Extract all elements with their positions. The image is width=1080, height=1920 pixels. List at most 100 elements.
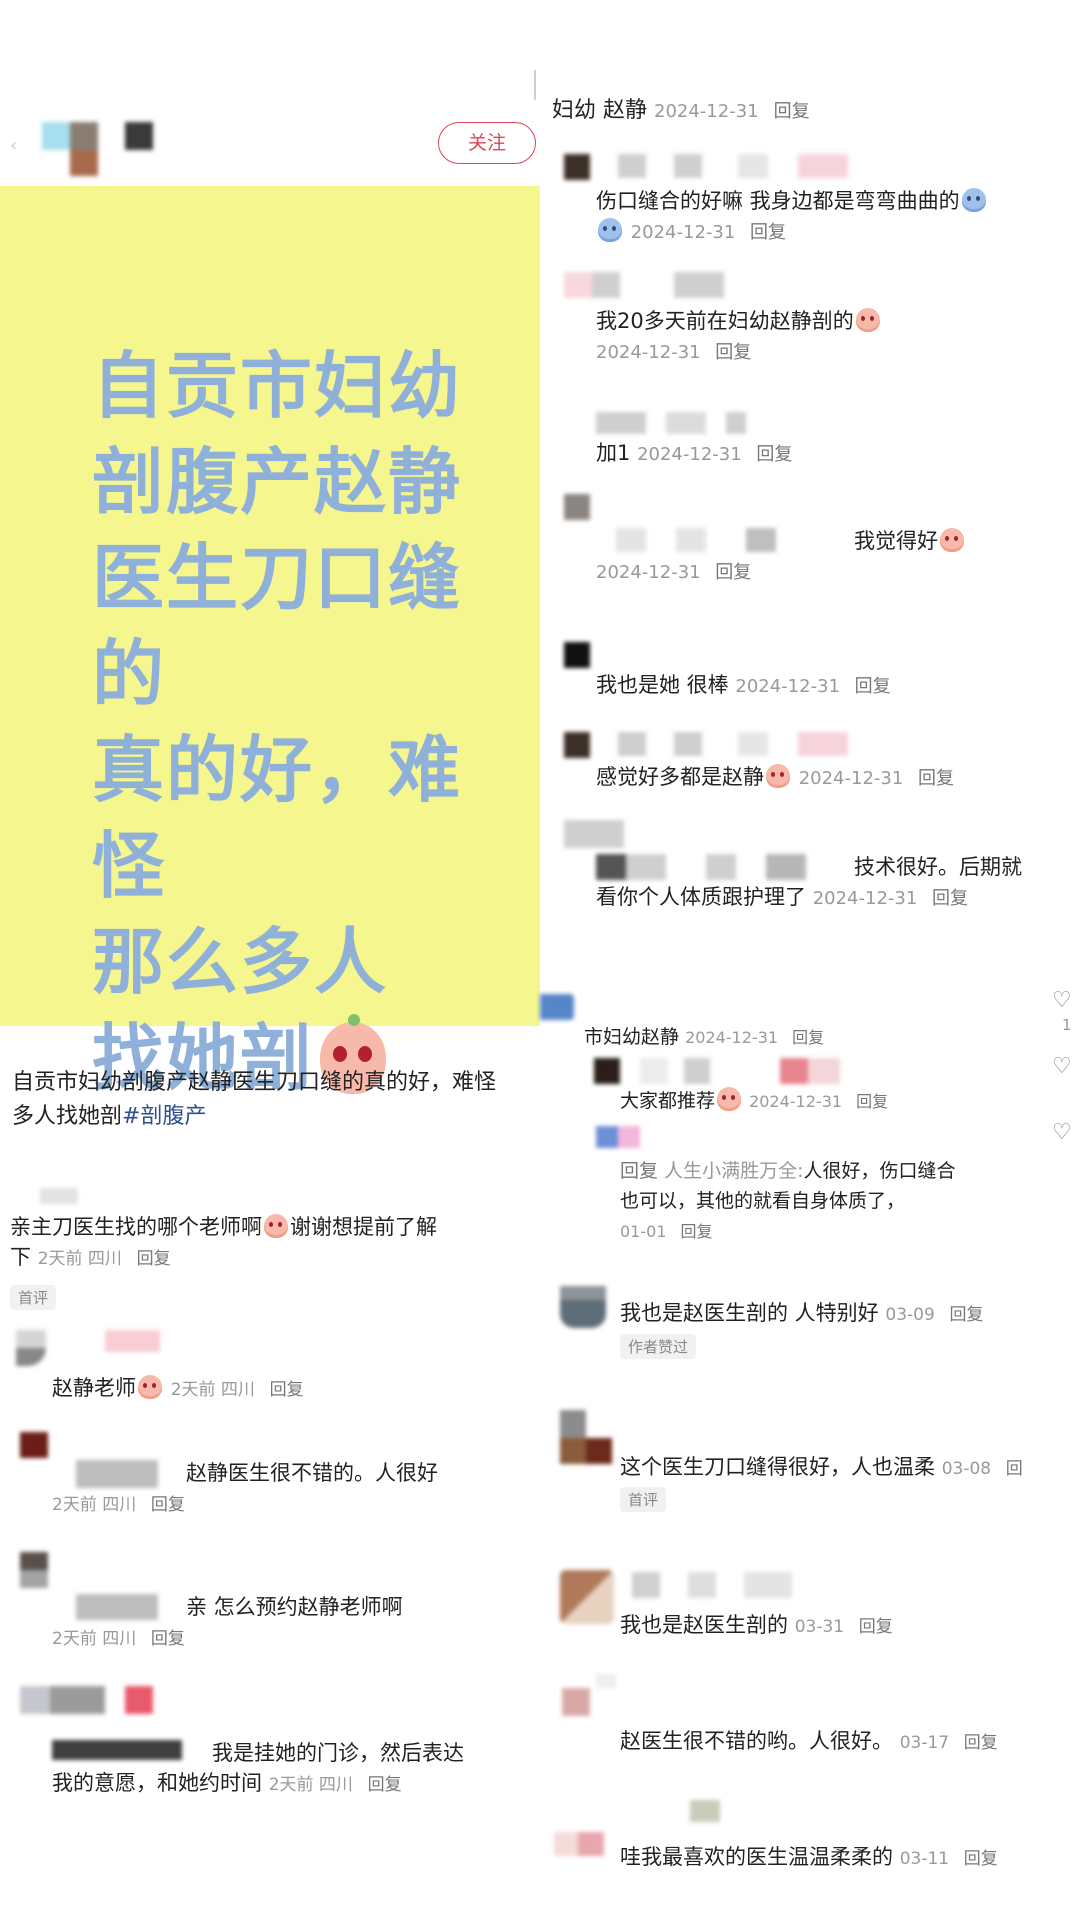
reply-button[interactable]: 回复 — [368, 1775, 402, 1795]
comment[interactable]: 亲主刀医生找的哪个老师啊 谢谢想提前了解 下 2天前 四川 回复 — [10, 1212, 538, 1274]
reply-button[interactable]: 回复 — [918, 768, 954, 789]
hashtag-link[interactable]: #剖腹产 — [122, 1104, 206, 1129]
reply-button[interactable]: 回复 — [151, 1495, 185, 1515]
comment-text: 也可以，其他的就看自身体质了， — [620, 1190, 906, 1212]
comment-text: 亲 怎么预约赵静老师啊 — [186, 1595, 403, 1619]
comment[interactable]: 技术很好。后期就 看你个人体质跟护理了 2024-12-31 回复 — [596, 852, 1022, 914]
avatar[interactable] — [562, 1688, 590, 1716]
username-blurred — [640, 1058, 840, 1084]
comment[interactable]: 我也是赵医生剖的 人特别好 03-09 回复 — [620, 1298, 983, 1330]
reply-button[interactable]: 回复 — [855, 676, 891, 697]
comment-date: 03-31 — [794, 1617, 845, 1637]
avatar[interactable] — [20, 1686, 160, 1714]
post-caption: 自贡市妇幼剖腹产赵静医生刀口缝的真的好，难怪 多人找她剖#剖腹产 — [12, 1066, 540, 1134]
reply-button[interactable]: 回复 — [774, 101, 810, 122]
like-icon[interactable]: ♡ — [1052, 1056, 1074, 1078]
comment-date: 2024-12-31 — [630, 222, 736, 243]
comment[interactable]: 加1 2024-12-31 回复 — [596, 438, 792, 470]
comment-text: 我觉得好 — [854, 529, 938, 553]
comment[interactable]: 赵静老师 2天前 四川 回复 — [52, 1373, 304, 1405]
comment[interactable]: 这个医生刀口缝得很好，人也温柔 03-08 回 — [620, 1452, 1080, 1484]
avatar[interactable] — [594, 1058, 620, 1084]
reply-button[interactable]: 回复 — [756, 444, 792, 465]
avatar[interactable] — [10, 1330, 50, 1370]
avatar[interactable] — [560, 1410, 612, 1464]
reply-button[interactable]: 回复 — [270, 1380, 304, 1400]
peach-emoji — [766, 764, 790, 788]
comment-date: 2024-12-31 — [596, 562, 701, 583]
comment[interactable]: 感觉好多都是赵静 2024-12-31 回复 — [596, 762, 954, 794]
reply-button[interactable]: 回复 — [792, 1028, 824, 1047]
comment[interactable]: 我是挂她的门诊，然后表达 我的意愿，和她约时间 2天前 四川 回复 — [52, 1738, 464, 1800]
comment[interactable]: 我20多天前在妇幼赵静剖的 2024-12-31 回复 — [596, 306, 882, 368]
comment[interactable]: 哇我最喜欢的医生温温柔柔的 03-11 回复 — [620, 1842, 998, 1874]
comment-text: 亲主刀医生找的哪个老师啊 — [10, 1215, 262, 1239]
comment[interactable]: 我觉得好 2024-12-31 回复 — [596, 526, 966, 588]
avatar[interactable] — [564, 642, 590, 668]
reply-button[interactable]: 回复 — [137, 1249, 171, 1269]
username-blurred — [690, 1800, 720, 1822]
poster-image[interactable]: 自贡市妇幼 剖腹产赵静 医生刀口缝的 真的好，难怪 那么多人 找她剖 — [0, 186, 540, 1100]
avatar[interactable] — [554, 1832, 604, 1856]
comment[interactable]: 我也是她 很棒 2024-12-31 回复 — [596, 670, 891, 702]
reply-button[interactable]: 回复 — [151, 1629, 185, 1649]
comment[interactable]: 赵医生很不错的哟。人很好。 03-17 回复 — [620, 1726, 998, 1758]
reply-button[interactable]: 回复 — [715, 342, 751, 363]
reply-button[interactable]: 回复 — [964, 1849, 998, 1869]
comment[interactable]: 亲 怎么预约赵静老师啊 2天前 四川 回复 — [52, 1592, 403, 1654]
reply-button[interactable]: 回复 — [859, 1617, 893, 1637]
left-panel: ‹ 关注 自贡市妇幼 剖腹产赵静 医生刀口缝的 真的好，难怪 那么多人 找她剖 — [0, 0, 540, 1920]
avatar[interactable] — [540, 994, 574, 1020]
avatar[interactable] — [564, 732, 590, 758]
reply-button[interactable]: 回复 — [932, 888, 968, 909]
comment-date: 2024-12-31 — [798, 768, 904, 789]
comment-date: 2024-12-31 — [596, 342, 701, 363]
avatar[interactable] — [564, 154, 590, 180]
avatar[interactable] — [564, 820, 624, 848]
reply-to-user[interactable]: 人生小满胜万全: — [664, 1160, 803, 1182]
comment-meta: 2天前 四川 — [37, 1249, 122, 1269]
reply-button[interactable]: 回 — [1006, 1459, 1023, 1479]
reply-button[interactable]: 回复 — [964, 1733, 998, 1753]
crying-peach-emoji — [138, 1375, 162, 1399]
comment[interactable]: 大家都推荐 2024-12-31 回复 — [620, 1086, 888, 1117]
avatar[interactable] — [560, 1570, 614, 1624]
comment-date: 03-17 — [899, 1733, 950, 1753]
comment-meta: 2天前 四川 — [268, 1775, 353, 1795]
comment[interactable]: 伤口缝合的好嘛 我身边都是弯弯曲曲的 2024-12-31 回复 — [596, 186, 1080, 248]
avatar[interactable] — [20, 1552, 48, 1588]
comment-text: 哇我最喜欢的医生温温柔柔的 — [620, 1845, 893, 1869]
peach-emoji — [855, 308, 880, 332]
like-count: 1 — [1062, 1016, 1072, 1034]
avatar[interactable] — [20, 1432, 48, 1458]
poster-line: 真的好，难怪 — [92, 728, 463, 908]
first-comment-badge: 首评 — [10, 1285, 57, 1310]
comment[interactable]: 赵静医生很不错的。人很好 2天前 四川 回复 — [52, 1458, 438, 1520]
like-icon[interactable]: ♡ — [1052, 1122, 1074, 1144]
like-icon[interactable]: ♡ — [1052, 990, 1074, 1012]
username-blurred — [564, 272, 724, 298]
avatar[interactable] — [560, 1286, 606, 1328]
avatar[interactable] — [40, 118, 100, 178]
poster-line: 医生刀口缝的 — [92, 536, 463, 716]
reply-button[interactable]: 回复 — [856, 1092, 888, 1111]
reply-button[interactable]: 回复 — [949, 1305, 983, 1325]
avatar[interactable] — [564, 494, 590, 520]
follow-button[interactable]: 关注 — [438, 122, 536, 164]
caption-line: 多人找她剖 — [12, 1104, 123, 1129]
comment[interactable]: 回复 人生小满胜万全:人很好，伤口缝合 也可以，其他的就看自身体质了， 01-0… — [620, 1156, 1060, 1247]
username-blurred — [618, 154, 848, 178]
comment-text: 技术很好。后期就 — [854, 855, 1022, 879]
crying-blue-emoji — [598, 218, 622, 242]
comment-text: 伤口缝合的好嘛 我身边都是弯弯曲曲的 — [596, 189, 960, 213]
comment-meta: 2天前 四川 — [52, 1495, 137, 1515]
comment-text: 看你个人体质跟护理了 — [596, 885, 806, 909]
reply-button[interactable]: 回复 — [715, 562, 751, 583]
avatar[interactable] — [596, 1126, 640, 1148]
back-icon[interactable]: ‹ — [10, 135, 24, 156]
comment-date: 2024-12-31 — [685, 1028, 779, 1047]
comment[interactable]: 我也是赵医生剖的 03-31 回复 — [620, 1610, 893, 1642]
reply-button[interactable]: 回复 — [750, 222, 786, 243]
thread-header: 市妇幼赵静 2024-12-31 回复 — [584, 1024, 824, 1051]
reply-button[interactable]: 回复 — [681, 1222, 713, 1241]
